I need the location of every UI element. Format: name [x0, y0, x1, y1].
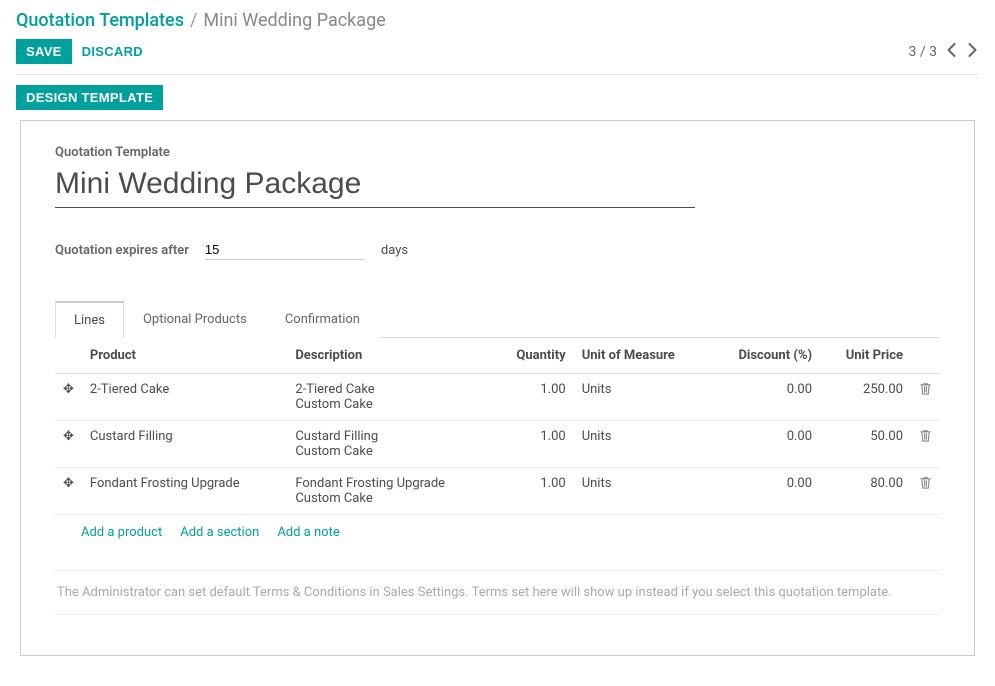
- cell-discount[interactable]: 0.00: [709, 421, 820, 468]
- delete-row-icon[interactable]: [911, 468, 940, 515]
- tab-optional-products[interactable]: Optional Products: [124, 301, 266, 338]
- lines-table: Product Description Quantity Unit of Mea…: [55, 338, 940, 515]
- delete-row-icon[interactable]: [911, 374, 940, 421]
- drag-handle-icon[interactable]: ✥: [55, 374, 82, 421]
- template-label: Quotation Template: [55, 145, 940, 160]
- add-product-link[interactable]: Add a product: [81, 525, 162, 540]
- breadcrumb-current: Mini Wedding Package: [203, 10, 385, 31]
- add-note-link[interactable]: Add a note: [277, 525, 339, 540]
- delete-row-icon[interactable]: [911, 421, 940, 468]
- discard-button[interactable]: Discard: [82, 39, 143, 64]
- pager-next-icon[interactable]: [966, 41, 979, 63]
- cell-unit-price[interactable]: 250.00: [820, 374, 911, 421]
- add-section-link[interactable]: Add a section: [180, 525, 259, 540]
- cell-uom[interactable]: Units: [574, 421, 709, 468]
- cell-quantity[interactable]: 1.00: [493, 421, 574, 468]
- pager-prev-icon[interactable]: [945, 41, 958, 63]
- cell-product[interactable]: Fondant Frosting Upgrade: [82, 468, 287, 515]
- cell-quantity[interactable]: 1.00: [493, 374, 574, 421]
- cell-description[interactable]: Fondant Frosting UpgradeCustom Cake: [287, 468, 492, 515]
- expire-label: Quotation expires after: [55, 243, 189, 258]
- design-template-button[interactable]: Design Template: [16, 85, 163, 110]
- cell-description[interactable]: 2-Tiered CakeCustom Cake: [287, 374, 492, 421]
- col-quantity[interactable]: Quantity: [493, 338, 574, 374]
- expire-unit: days: [381, 243, 408, 258]
- cell-quantity[interactable]: 1.00: [493, 468, 574, 515]
- cell-product[interactable]: Custard Filling: [82, 421, 287, 468]
- table-row[interactable]: ✥Fondant Frosting UpgradeFondant Frostin…: [55, 468, 940, 515]
- cell-uom[interactable]: Units: [574, 374, 709, 421]
- table-row[interactable]: ✥Custard FillingCustard FillingCustom Ca…: [55, 421, 940, 468]
- cell-unit-price[interactable]: 80.00: [820, 468, 911, 515]
- cell-product[interactable]: 2-Tiered Cake: [82, 374, 287, 421]
- expire-days-input[interactable]: [205, 240, 365, 260]
- pager-counter[interactable]: 3 / 3: [909, 44, 937, 60]
- save-button[interactable]: Save: [16, 39, 72, 64]
- cell-unit-price[interactable]: 50.00: [820, 421, 911, 468]
- col-description[interactable]: Description: [287, 338, 492, 374]
- tab-lines[interactable]: Lines: [55, 301, 124, 338]
- col-product[interactable]: Product: [82, 338, 287, 374]
- cell-discount[interactable]: 0.00: [709, 374, 820, 421]
- breadcrumb-separator: /: [190, 10, 197, 31]
- tab-confirmation[interactable]: Confirmation: [266, 301, 379, 338]
- template-name-input[interactable]: [55, 165, 695, 208]
- cell-discount[interactable]: 0.00: [709, 468, 820, 515]
- breadcrumb-parent[interactable]: Quotation Templates: [16, 10, 184, 31]
- drag-handle-icon[interactable]: ✥: [55, 421, 82, 468]
- cell-description[interactable]: Custard FillingCustom Cake: [287, 421, 492, 468]
- drag-handle-icon[interactable]: ✥: [55, 468, 82, 515]
- pager: 3 / 3: [909, 41, 979, 63]
- table-row[interactable]: ✥2-Tiered Cake2-Tiered CakeCustom Cake1.…: [55, 374, 940, 421]
- cell-uom[interactable]: Units: [574, 468, 709, 515]
- terms-placeholder[interactable]: The Administrator can set default Terms …: [55, 570, 940, 615]
- col-discount[interactable]: Discount (%): [709, 338, 820, 374]
- col-uom[interactable]: Unit of Measure: [574, 338, 709, 374]
- breadcrumb: Quotation Templates / Mini Wedding Packa…: [16, 10, 979, 31]
- col-unit-price[interactable]: Unit Price: [820, 338, 911, 374]
